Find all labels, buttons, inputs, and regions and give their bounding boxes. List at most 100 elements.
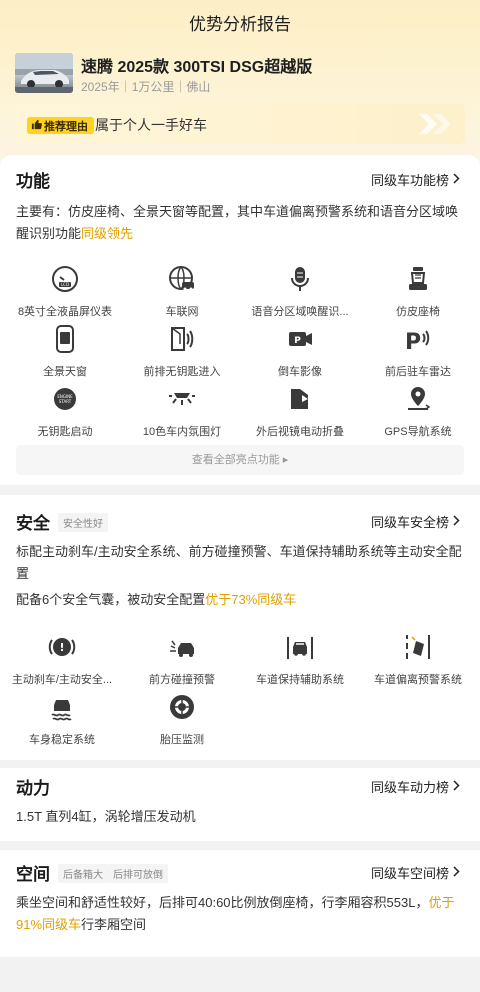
feature-label: 8英寸全液晶屏仪表: [17, 306, 113, 318]
lcd-gauge-icon: LCD: [5, 265, 125, 298]
power-card: 动力 同级车动力榜 1.5T 直列4缸，涡轮增压发动机: [0, 768, 480, 841]
microphone-icon: [240, 265, 360, 298]
parking-radar-icon: P: [358, 325, 478, 358]
space-title: 空间: [16, 865, 50, 884]
thumbs-up-icon: [31, 119, 42, 133]
feature-label: 车联网: [165, 306, 199, 318]
safety-item[interactable]: 车身稳定系统: [2, 693, 122, 747]
safety-label: 车身稳定系统: [29, 734, 95, 746]
svg-text:!: !: [59, 641, 64, 654]
function-description: 主要有：仿皮座椅、全景天窗等配置，其中车道偏离预警系统和语音分区域唤醒识别功能同…: [16, 201, 466, 245]
space-rank-link[interactable]: 同级车空间榜: [371, 863, 460, 882]
feature-label: 10色车内氛围灯: [142, 426, 222, 438]
space-description: 乘坐空间和舒适性较好，后排可40:60比例放倒座椅，行李厢容积553L，优于91…: [16, 892, 466, 936]
safety-label: 前方碰撞预警: [149, 674, 215, 686]
safety-label: 胎压监测: [160, 734, 204, 746]
safety-rank-link-label: 同级车安全榜: [370, 515, 449, 530]
feature-label: GPS导航系统: [384, 426, 452, 438]
function-card: 功能 同级车功能榜 主要有：仿皮座椅、全景天窗等配置，其中车道偏离预警系统和语音…: [0, 155, 480, 485]
function-rank-link-label: 同级车功能榜: [370, 173, 449, 188]
gps-icon: [358, 385, 478, 418]
safety-label: 主动刹车/主动安全...: [11, 674, 113, 686]
reverse-camera-icon: P: [240, 325, 360, 358]
page-title: 优势分析报告: [189, 15, 291, 34]
svg-text:P: P: [294, 336, 301, 346]
recommend-reason-bar: 推荐理由 属于个人一手好车: [15, 104, 465, 144]
safety-desc-highlight: 优于73%同级车: [205, 592, 297, 607]
feature-label: 语音分区域唤醒识...: [251, 306, 349, 318]
lane-keep-icon: [240, 633, 360, 666]
feature-item[interactable]: 前排无钥匙进入: [122, 325, 242, 379]
safety-title: 安全: [16, 514, 50, 533]
feature-item[interactable]: ENGINE START 无钥匙启动: [5, 385, 125, 439]
feature-item[interactable]: 车联网: [122, 265, 242, 319]
view-all-features-button[interactable]: 查看全部亮点功能 ▸: [16, 445, 464, 475]
safety-item[interactable]: 胎压监测: [122, 693, 242, 747]
feature-label: 前排无钥匙进入: [143, 366, 221, 378]
feature-item[interactable]: 全景天窗: [5, 325, 125, 379]
feature-item[interactable]: GPS导航系统: [358, 385, 478, 439]
chevron-right-icon: [453, 514, 460, 529]
chevron-right-icon: [453, 172, 460, 187]
feature-label: 前后驻车雷达: [385, 366, 451, 378]
safety-rank-link[interactable]: 同级车安全榜: [371, 512, 460, 531]
space-tag: 后排可放倒: [108, 864, 168, 883]
connected-car-icon: [122, 265, 242, 298]
function-rank-link[interactable]: 同级车功能榜: [371, 170, 460, 189]
chevron-decoration-icon: [415, 112, 455, 141]
feature-label: 无钥匙启动: [37, 426, 93, 438]
chevron-right-icon: [453, 865, 460, 880]
svg-text:P: P: [405, 330, 421, 353]
recommend-reason-text: 属于个人一手好车: [95, 117, 207, 133]
stability-icon: [2, 693, 122, 726]
seat-icon: [358, 265, 478, 298]
recommend-reason-badge: 推荐理由: [27, 117, 94, 134]
space-desc-suffix: 行李厢空间: [81, 917, 147, 932]
collision-warning-icon: [122, 633, 242, 666]
safety-label: 车道偏离预警系统: [374, 674, 462, 686]
feature-item[interactable]: P 倒车影像: [240, 325, 360, 379]
car-thumbnail[interactable]: [15, 53, 73, 93]
header-area: 优势分析报告 速腾 2025款 300TSI DSG超越版 2025年｜1万公里…: [0, 0, 480, 175]
car-meta: 2025年｜1万公里｜佛山: [81, 80, 211, 94]
function-desc-highlight: 同级领先: [81, 226, 134, 241]
power-description: 1.5T 直列4缸，涡轮增压发动机: [16, 809, 196, 824]
feature-label: 仿皮座椅: [396, 306, 440, 318]
feature-item[interactable]: 语音分区域唤醒识...: [240, 265, 360, 319]
safety-item[interactable]: ! 主动刹车/主动安全...: [2, 633, 122, 687]
safety-item[interactable]: 车道偏离预警系统: [358, 633, 478, 687]
safety-label: 车道保持辅助系统: [256, 674, 344, 686]
space-rank-link-label: 同级车空间榜: [370, 866, 449, 881]
safety-item[interactable]: 前方碰撞预警: [122, 633, 242, 687]
space-desc-text: 乘坐空间和舒适性较好，后排可40:60比例放倒座椅，行李厢容积553L，: [16, 895, 429, 910]
safety-item[interactable]: 车道保持辅助系统: [240, 633, 360, 687]
recommend-reason-badge-label: 推荐理由: [44, 120, 88, 133]
power-title: 动力: [16, 779, 50, 798]
feature-item[interactable]: LCD 8英寸全液晶屏仪表: [5, 265, 125, 319]
ambient-light-icon: [122, 385, 242, 418]
feature-item[interactable]: 10色车内氛围灯: [122, 385, 242, 439]
feature-item[interactable]: 仿皮座椅: [358, 265, 478, 319]
chevron-right-icon: [453, 779, 460, 794]
svg-text:START: START: [59, 399, 72, 404]
safety-tag: 安全性好: [58, 513, 108, 532]
space-card: 空间 后备箱大 后排可放倒 同级车空间榜 乘坐空间和舒适性较好，后排可40:60…: [0, 850, 480, 957]
safety-card: 安全 安全性好 同级车安全榜 标配主动刹车/主动安全系统、前方碰撞预警、车道保持…: [0, 495, 480, 760]
tire-pressure-icon: [122, 693, 242, 726]
function-title: 功能: [16, 172, 50, 191]
keyless-door-icon: [122, 325, 242, 358]
space-tag: 后备箱大: [58, 864, 108, 883]
power-rank-link-label: 同级车动力榜: [370, 780, 449, 795]
feature-item[interactable]: P 前后驻车雷达: [358, 325, 478, 379]
feature-item[interactable]: 外后视镜电动折叠: [240, 385, 360, 439]
safety-description: 标配主动刹车/主动安全系统、前方碰撞预警、车道保持辅助系统等主动安全配置: [16, 544, 462, 581]
lane-departure-icon: [358, 633, 478, 666]
power-rank-link[interactable]: 同级车动力榜: [371, 777, 460, 796]
feature-label: 外后视镜电动折叠: [256, 426, 344, 438]
brake-icon: !: [2, 633, 122, 666]
feature-label: 全景天窗: [43, 366, 87, 378]
feature-label: 倒车影像: [278, 366, 322, 378]
safety-airbag-description: 配备6个安全气囊，被动安全配置优于73%同级车: [16, 589, 466, 611]
safety-desc-text: 配备6个安全气囊，被动安全配置: [16, 592, 206, 607]
car-name: 速腾 2025款 300TSI DSG超越版: [81, 59, 313, 76]
